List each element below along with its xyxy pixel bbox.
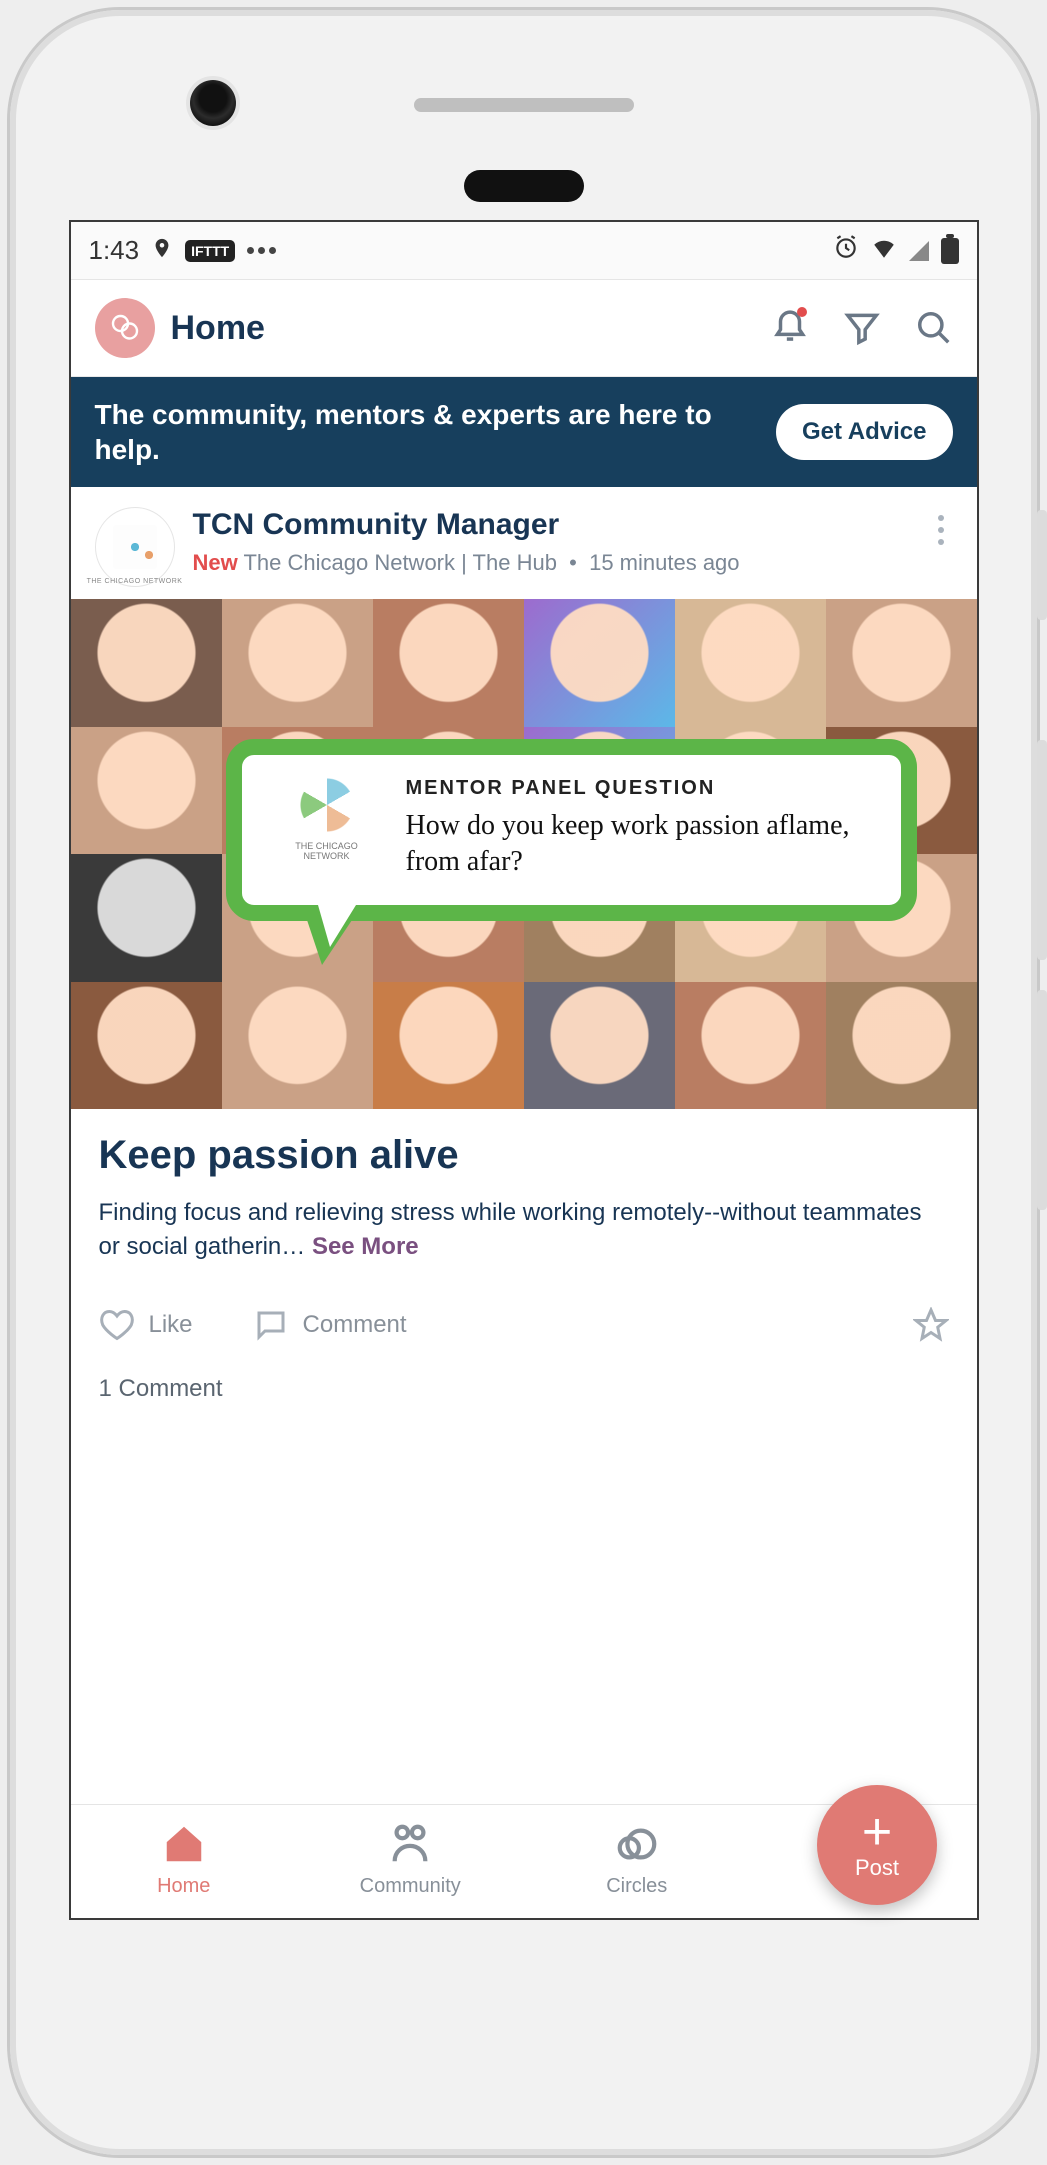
- notifications-icon[interactable]: [771, 309, 809, 347]
- notification-dot: [797, 307, 807, 317]
- nav-community-label: Community: [360, 1875, 461, 1898]
- side-button: [1037, 510, 1047, 620]
- more-notifications-icon: [247, 247, 276, 254]
- network-logo-label: THE CHICAGO NETWORK: [272, 841, 382, 861]
- fab-label: Post: [855, 1855, 899, 1881]
- comment-label: Comment: [303, 1311, 407, 1339]
- banner-text: The community, mentors & experts are her…: [95, 397, 759, 467]
- post-timestamp: 15 minutes ago: [589, 550, 739, 575]
- advice-banner: The community, mentors & experts are her…: [71, 377, 977, 487]
- volume-up-button: [1037, 740, 1047, 960]
- new-tag: New: [193, 550, 238, 575]
- search-icon[interactable]: [915, 309, 953, 347]
- like-button[interactable]: Like: [99, 1307, 193, 1343]
- status-bar: 1:43 IFTTT: [71, 222, 977, 280]
- post-header: THE CHICAGO NETWORK TCN Community Manage…: [71, 487, 977, 599]
- signal-icon: [909, 241, 929, 261]
- app-logo-icon[interactable]: [95, 298, 155, 358]
- nav-circles[interactable]: Circles: [524, 1805, 751, 1918]
- page-title: Home: [171, 309, 755, 348]
- speaker-grille: [414, 98, 634, 112]
- get-advice-button[interactable]: Get Advice: [776, 404, 953, 460]
- nav-community[interactable]: Community: [297, 1805, 524, 1918]
- camera-icon: [190, 80, 236, 126]
- favorite-button[interactable]: [913, 1307, 949, 1343]
- post-body: Keep passion alive Finding focus and rel…: [71, 1109, 977, 1277]
- see-more-link[interactable]: See More: [312, 1233, 419, 1260]
- post-actions: Like Comment: [71, 1277, 977, 1363]
- plus-icon: +: [862, 1809, 892, 1856]
- speech-bubble: THE CHICAGO NETWORK MENTOR PANEL QUESTIO…: [226, 739, 917, 921]
- nav-home-label: Home: [157, 1875, 210, 1898]
- comment-button[interactable]: Comment: [253, 1307, 407, 1343]
- author-avatar[interactable]: THE CHICAGO NETWORK: [95, 507, 175, 587]
- battery-icon: [941, 238, 959, 264]
- post-hero-image[interactable]: THE CHICAGO NETWORK MENTOR PANEL QUESTIO…: [71, 599, 977, 1109]
- status-time: 1:43: [89, 235, 140, 266]
- app-header: Home: [71, 280, 977, 377]
- screen: 1:43 IFTTT H: [69, 220, 979, 1920]
- wifi-icon: [871, 235, 897, 266]
- alarm-icon: [833, 234, 859, 267]
- panel-label: MENTOR PANEL QUESTION: [406, 777, 871, 800]
- like-label: Like: [149, 1311, 193, 1339]
- ifttt-badge: IFTTT: [185, 240, 235, 262]
- device-frame: 1:43 IFTTT H: [10, 10, 1037, 2155]
- post-excerpt-text: Finding focus and relieving stress while…: [99, 1199, 922, 1260]
- sensor-pill: [464, 170, 584, 202]
- comment-count[interactable]: 1 Comment: [71, 1363, 977, 1403]
- author-name[interactable]: TCN Community Manager: [193, 507, 911, 543]
- panel-question: How do you keep work passion aflame, fro…: [406, 808, 871, 881]
- post-excerpt: Finding focus and relieving stress while…: [99, 1196, 949, 1263]
- filter-icon[interactable]: [843, 309, 881, 347]
- nav-home[interactable]: Home: [71, 1805, 298, 1918]
- post-menu-icon[interactable]: [929, 507, 953, 587]
- post-card: THE CHICAGO NETWORK TCN Community Manage…: [71, 487, 977, 1804]
- post-meta: New The Chicago Network | The Hub • 15 m…: [193, 549, 911, 578]
- volume-down-button: [1037, 990, 1047, 1210]
- location-icon: [151, 235, 173, 266]
- post-title[interactable]: Keep passion alive: [99, 1133, 949, 1178]
- network-logo-icon: THE CHICAGO NETWORK: [272, 777, 382, 881]
- create-post-fab[interactable]: + Post: [817, 1785, 937, 1905]
- post-source: The Chicago Network | The Hub: [243, 550, 556, 575]
- avatar-label: THE CHICAGO NETWORK: [87, 578, 183, 585]
- nav-circles-label: Circles: [606, 1875, 667, 1898]
